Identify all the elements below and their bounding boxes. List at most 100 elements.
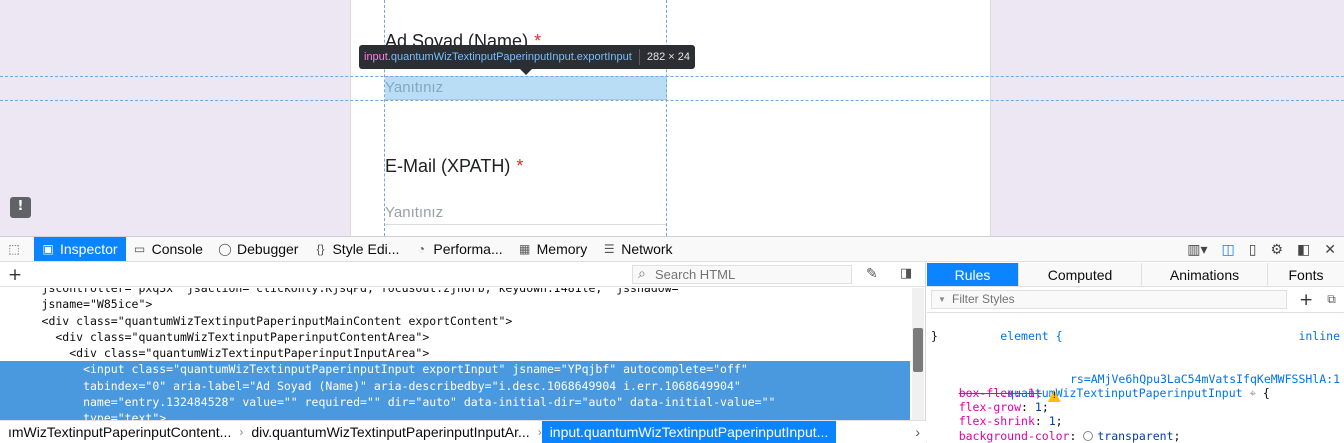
rules-sidebar: Rules Computed Animations Fonts Filter S… (927, 263, 1344, 443)
prop-value: 1 (1028, 386, 1035, 400)
tab-performance[interactable]: ◔ Performa... (407, 237, 510, 261)
markup-line[interactable]: <div class="quantumWizTextinputPaperinpu… (0, 345, 910, 361)
guide-line-top (0, 76, 1344, 77)
performance-icon: ◔ (414, 242, 428, 256)
dock-window-icon[interactable]: ◧ (1297, 241, 1310, 258)
color-swatch-icon[interactable] (1083, 431, 1093, 441)
console-icon: ▭ (133, 242, 147, 256)
tab-animations[interactable]: Animations (1142, 263, 1268, 286)
email-input[interactable]: Yanıtınız (385, 201, 667, 225)
rule-close: } (931, 329, 1344, 343)
prop-name: flex-shrink (959, 414, 1035, 428)
tab-style-editor[interactable]: {}Style Edi... (306, 237, 407, 261)
tooltip-arrow (520, 69, 532, 75)
tab-label: Style Edi... (332, 241, 399, 257)
tab-computed[interactable]: Computed (1019, 263, 1142, 286)
close-icon[interactable]: ✕ (1324, 241, 1336, 258)
tooltip-separator (639, 49, 640, 65)
prop-value: transparent (1097, 429, 1173, 443)
guide-line-right (666, 0, 667, 236)
tab-memory[interactable]: ▦ Memory (511, 237, 596, 261)
question-title-email: E-Mail (XPATH) * (385, 156, 523, 177)
add-rule-button[interactable]: + (1299, 290, 1313, 310)
markup-line[interactable]: jsname="W85ice"> (0, 296, 910, 312)
split-layout-icon[interactable]: ▥▾ (1187, 241, 1207, 258)
tab-console[interactable]: ▭ Console (126, 237, 211, 261)
tab-label: Memory (537, 241, 588, 257)
page-viewport: Ad Soyad (Name)* Yanıtınız E-Mail (XPATH… (0, 0, 1344, 236)
devtools-panel: ⬚ ▣ Inspector ▭ Console ◯ Debugger {}Style … (0, 236, 1344, 442)
declaration[interactable]: box-flex: 1;! (931, 386, 1344, 400)
required-asterisk: * (516, 156, 523, 176)
class-toggle-icon[interactable]: ⧉ (1327, 292, 1336, 307)
tooltip-tag: input (364, 51, 388, 63)
scrollbar-thumb[interactable] (913, 328, 923, 372)
element-picker-button[interactable]: ⬚ (0, 237, 34, 261)
prop-name: box-flex (959, 386, 1014, 400)
toggle-sidebar-icon[interactable]: ◨ (900, 266, 912, 281)
filter-styles-input[interactable]: Filter Styles (931, 290, 1287, 309)
toolbar-right-controls: ▥▾ ◫ ▯ ⚙ ◧ ✕ (1187, 237, 1344, 261)
tab-inspector[interactable]: ▣ Inspector (34, 237, 126, 261)
declaration[interactable]: background-color: transparent; (931, 429, 1344, 443)
inspector-icon: ▣ (41, 242, 55, 256)
eyedropper-icon[interactable]: ✎ (866, 266, 878, 282)
filter-row: Filter Styles + ⧉ (927, 287, 1344, 313)
declaration[interactable]: flex-shrink: 1; (931, 414, 1344, 428)
add-node-button[interactable]: + (0, 265, 30, 285)
declaration[interactable]: flex-grow: 1; (931, 400, 1344, 414)
rule-selector-row[interactable]: .quantumWizTextinputPaperinputInput ⌖ { (931, 372, 1344, 386)
feedback-icon[interactable]: ! (10, 197, 31, 218)
tab-label: Console (152, 241, 203, 257)
chevron-right-icon[interactable]: › (909, 424, 926, 440)
rule-element[interactable]: element {inline (931, 315, 1344, 329)
markup-scrollbar[interactable] (912, 288, 924, 420)
settings-gear-icon[interactable]: ⚙ (1270, 241, 1283, 258)
inspector-node-tooltip: input.quantumWizTextinputPaperinputInput… (359, 45, 695, 69)
markup-line[interactable]: <div class="quantumWizTextinputPaperinpu… (0, 313, 910, 329)
breadcrumb-item-current[interactable]: input.quantumWizTextinputPaperinputInput… (542, 421, 837, 443)
question-title-text: E-Mail (XPATH) (385, 156, 510, 176)
tab-label: Network (621, 241, 672, 257)
responsive-mode-icon[interactable]: ▯ (1249, 241, 1257, 258)
markup-view: + Search HTML ✎ ◨ jscontroller="pxq3x" j… (0, 263, 926, 443)
guide-line-left (384, 0, 385, 236)
tab-rules[interactable]: Rules (927, 263, 1019, 286)
inspector-highlight-box (385, 76, 667, 100)
breadcrumb: ımWizTextinputPaperinputContent... › div… (0, 420, 926, 443)
prop-value: 1 (1035, 400, 1042, 414)
network-icon: ☰ (602, 242, 616, 256)
markup-line-selected[interactable]: <input class="quantumWizTextinputPaperin… (0, 361, 910, 377)
search-html-input[interactable]: Search HTML (632, 265, 852, 284)
tooltip-classes: .quantumWizTextinputPaperinputInput.expo… (388, 51, 632, 63)
prop-value: 1 (1049, 414, 1056, 428)
markup-line-selected[interactable]: type="text"> (0, 410, 910, 420)
tab-fonts[interactable]: Fonts (1268, 263, 1344, 286)
prop-name: flex-grow (959, 400, 1021, 414)
tab-label: Debugger (237, 241, 299, 257)
markup-line-selected[interactable]: name="entry.132484528" value="" required… (0, 394, 910, 410)
tab-label: Inspector (60, 241, 118, 257)
tab-debugger[interactable]: ◯ Debugger (211, 237, 307, 261)
breadcrumb-item[interactable]: div.quantumWizTextinputPaperinputInputAr… (243, 421, 537, 443)
tooltip-dimensions: 282 × 24 (647, 51, 690, 63)
debugger-icon: ◯ (218, 242, 232, 256)
devtools-toolbar: ⬚ ▣ Inspector ▭ Console ◯ Debugger {}Style … (0, 237, 1344, 262)
tab-network[interactable]: ☰ Network (595, 237, 680, 261)
breadcrumb-item[interactable]: ımWizTextinputPaperinputContent... (0, 421, 239, 443)
rule-source-row: rs=AMjVe6hQpu3LaC54mVatsIfqKeMWFSSHlA:1 (931, 358, 1344, 372)
rules-list: element {inline } rs=AMjVe6hQpu3LaC54mVa… (927, 313, 1344, 443)
memory-icon: ▦ (518, 242, 532, 256)
markup-tree[interactable]: jscontroller="pxq3x" jsaction="clickonly… (0, 288, 910, 420)
markup-line-selected[interactable]: tabindex="0" aria-label="Ad Soyad (Name)… (0, 378, 910, 394)
dock-side-icon[interactable]: ◫ (1222, 241, 1235, 258)
markup-line[interactable]: jscontroller="pxq3x" jsaction="clickonly… (0, 288, 910, 296)
prop-name: background-color (959, 429, 1070, 443)
guide-line-bottom (0, 100, 1344, 101)
devtools-panels: + Search HTML ✎ ◨ jscontroller="pxq3x" j… (0, 263, 1344, 443)
markup-line[interactable]: <div class="quantumWizTextinputPaperinpu… (0, 329, 910, 345)
tab-label: Performa... (433, 241, 502, 257)
picker-icon: ⬚ (7, 242, 21, 256)
rule-spacer (931, 343, 1344, 357)
sidebar-tabs: Rules Computed Animations Fonts (927, 263, 1344, 287)
